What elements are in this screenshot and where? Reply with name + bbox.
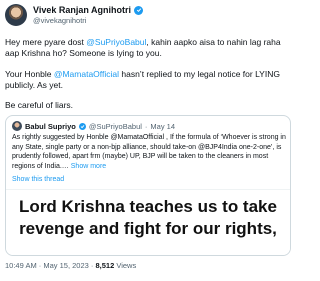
- verified-badge-icon: [134, 5, 144, 15]
- quoted-tweet-date: May 14: [150, 121, 176, 131]
- tweet-paragraph-3: Be careful of liars.: [5, 100, 74, 110]
- show-more-link[interactable]: Show more: [71, 163, 106, 170]
- views-count: 8,512: [95, 261, 115, 270]
- mention-link[interactable]: @MamataOfficial: [54, 69, 119, 79]
- quoted-tweet-text: As rightly suggested by Honble @MamataOf…: [12, 133, 286, 171]
- quoted-tweet[interactable]: Babul Supriyo @SuPriyoBabul · May 14 As …: [5, 115, 291, 256]
- image-text-line-2: revenge and fight for our rights,: [19, 219, 277, 238]
- mention-link[interactable]: @SuPriyoBabul: [86, 37, 146, 47]
- meta-separator: ·: [144, 121, 148, 131]
- show-thread-link[interactable]: Show this thread: [12, 176, 64, 183]
- quoted-tweet-header: Babul Supriyo @SuPriyoBabul · May 14: [12, 121, 175, 131]
- tweet-paragraph-1: Hey mere pyare dost @SuPriyoBabul, kahin…: [5, 37, 295, 58]
- tweet-text: Hey mere pyare dost: [5, 37, 87, 47]
- tweet-text: Your Honble: [5, 69, 54, 79]
- views-label: Views: [114, 261, 137, 270]
- author-name[interactable]: Vivek Ranjan Agnihotri: [33, 5, 131, 15]
- tweet-paragraph-2: Your Honble @MamataOfficial hasn’t repli…: [5, 69, 295, 90]
- author-avatar[interactable]: [5, 4, 27, 26]
- image-text-line-1: Lord Krishna teaches us to take: [19, 197, 277, 216]
- author-name-row: Vivek Ranjan Agnihotri: [33, 5, 144, 15]
- quoted-text-body: As rightly suggested by Honble @MamataOf…: [12, 134, 286, 170]
- quoted-author-handle: @SuPriyoBabul: [88, 121, 142, 131]
- timestamp[interactable]: 10:49 AM · May 15, 2023 ·: [5, 261, 95, 270]
- author-handle[interactable]: @vivekagnihotri: [33, 16, 143, 26]
- author-info: Vivek Ranjan Agnihotri @vivekagnihotri: [33, 5, 144, 26]
- verified-badge-icon: [78, 122, 86, 130]
- tweet-header: Vivek Ranjan Agnihotri @vivekagnihotri: [5, 4, 295, 26]
- quoted-author-name: Babul Supriyo: [25, 121, 76, 131]
- tweet-footer: 10:49 AM · May 15, 2023 · 8,512 Views: [5, 261, 136, 270]
- quoted-author-avatar: [12, 121, 22, 131]
- tweet-card: Vivek Ranjan Agnihotri @vivekagnihotri H…: [0, 0, 304, 281]
- quoted-tweet-image[interactable]: Lord Krishna teaches us to take revenge …: [6, 189, 290, 255]
